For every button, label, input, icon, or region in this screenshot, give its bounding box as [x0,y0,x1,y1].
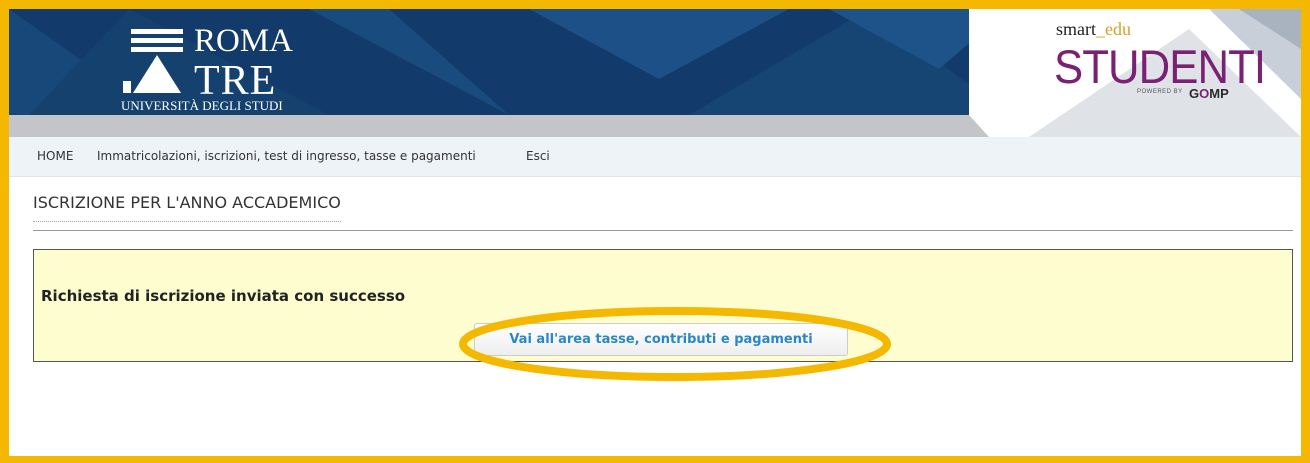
roma-tre-emblem-icon [123,29,183,93]
nav-item-esci[interactable]: Esci [526,149,550,163]
screenshot-frame: ROMA TRE UNIVERSITÀ DEGLI STUDI smart_ed… [0,0,1310,463]
fees-area-button[interactable]: Vai all'area tasse, contributi e pagamen… [474,323,848,356]
main-nav: HOME Immatricolazioni, iscrizioni, test … [9,137,1301,177]
logo-roma-text: ROMA [194,23,294,59]
powered-by-label: POWERED BY [1137,89,1183,95]
site-header: ROMA TRE UNIVERSITÀ DEGLI STUDI smart_ed… [9,9,1301,137]
nav-item-home[interactable]: HOME [37,149,73,163]
success-message: Richiesta di iscrizione inviata con succ… [41,287,406,305]
title-divider [33,230,1293,231]
smart-edu-studenti-logo[interactable]: smart_edu STUDENTI POWERED BY GOMP [1029,9,1266,119]
roma-tre-logo[interactable]: ROMA TRE UNIVERSITÀ DEGLI STUDI [121,23,294,115]
smart-edu-label: smart_edu [1056,19,1131,39]
logo-tre-text: TRE [194,58,277,104]
logo-university-text: UNIVERSITÀ DEGLI STUDI [121,98,283,113]
nav-item-immatricolazioni[interactable]: Immatricolazioni, iscrizioni, test di in… [97,149,476,163]
page-title: ISCRIZIONE PER L'ANNO ACCADEMICO [33,193,341,222]
studenti-brand: STUDENTI [1054,40,1266,93]
success-message-box: Richiesta di iscrizione inviata con succ… [33,249,1293,362]
gomp-logo: GOMP [1189,86,1229,101]
